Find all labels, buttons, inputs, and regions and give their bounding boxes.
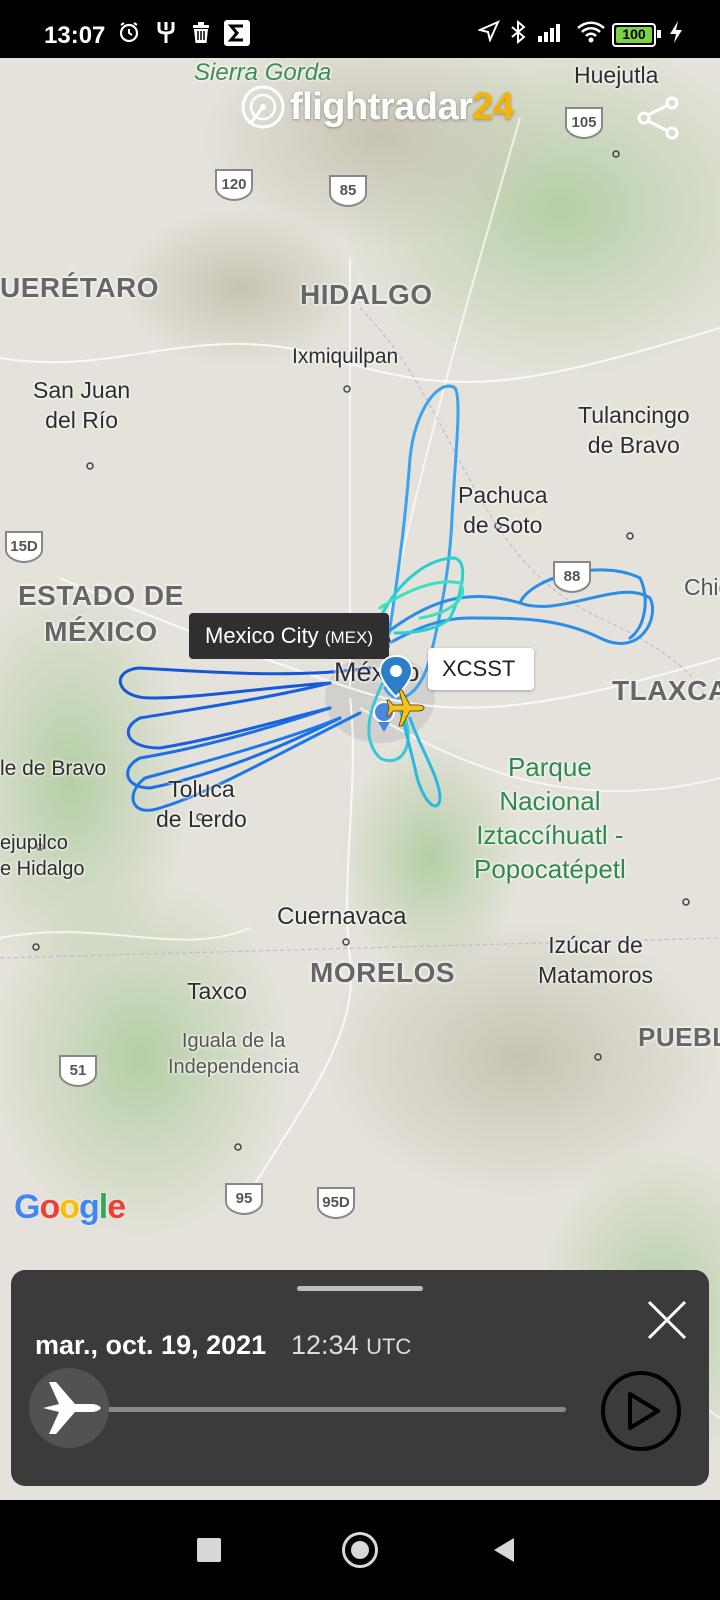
playback-timezone: UTC [366, 1334, 412, 1359]
battery-level: 100 [622, 26, 646, 42]
status-time: 13:07 [44, 22, 106, 49]
playback-panel: mar., oct. 19, 2021 12:34 UTC [11, 1270, 709, 1486]
label-chig: Chig [684, 574, 720, 600]
airport-name: Mexico City [205, 623, 319, 648]
playback-date: mar., oct. 19, 2021 [35, 1330, 267, 1360]
label-iguala: Iguala de la Independencia [168, 1030, 300, 1078]
close-icon[interactable] [645, 1298, 689, 1342]
charging-icon [670, 21, 682, 43]
highway-shield: 120 [214, 168, 254, 202]
label-puebla: PUEBL [638, 1022, 720, 1052]
aircraft-icon[interactable] [383, 686, 427, 730]
label-taxco: Taxco [187, 978, 248, 1004]
highway-shield: 15D [4, 530, 44, 564]
location-icon [478, 20, 500, 42]
highway-shield: 88 [552, 560, 592, 594]
label-tlaxcala: TLAXCA [612, 675, 720, 706]
label-hidalgo: HIDALGO [300, 279, 433, 310]
battery-tip [657, 30, 661, 38]
slider-thumb[interactable] [29, 1368, 109, 1448]
label-queretaro: UERÉTARO [0, 272, 160, 303]
label-ixmiquilpan: Ixmiquilpan [292, 345, 399, 368]
wifi-icon [577, 21, 605, 43]
battery-icon: 100 [612, 23, 656, 47]
highway-shield: 105 [564, 106, 604, 140]
highway-shield: 95D [316, 1186, 356, 1220]
sigma-icon [224, 20, 250, 46]
playback-slider[interactable] [71, 1407, 566, 1412]
label-valle-de-bravo: le de Bravo [0, 757, 107, 780]
highway-shield: 51 [58, 1054, 98, 1088]
highway-shield: 95 [224, 1182, 264, 1216]
airport-code: (MEX) [324, 628, 373, 647]
label-huejutla: Huejutla [574, 62, 659, 88]
drag-handle[interactable] [297, 1286, 423, 1291]
recents-button[interactable] [197, 1538, 221, 1562]
playback-time: 12:34 [291, 1330, 359, 1360]
brand-number: 24 [472, 85, 514, 128]
brand-name: flightradar [290, 85, 473, 128]
label-estado-de-mexico: ESTADO DE MÉXICO [18, 580, 184, 647]
airport-tooltip[interactable]: Mexico City (MEX) [189, 613, 389, 659]
label-parque-nacional: Parque Nacional Iztaccíhuatl - Popocatép… [474, 752, 626, 884]
label-morelos: MORELOS [310, 957, 456, 988]
play-button[interactable] [600, 1370, 682, 1452]
home-button[interactable] [342, 1532, 378, 1568]
label-izucar: Izúcar de Matamoros [538, 932, 654, 988]
status-bar: 13:07 100 [0, 0, 720, 58]
signal-icon [538, 24, 560, 42]
app-logo: flightradar24 [240, 82, 514, 132]
highway-shield: 85 [328, 174, 368, 208]
label-pachuca: Pachuca de Soto [458, 482, 548, 538]
bluetooth-icon [511, 20, 526, 44]
back-button[interactable] [492, 1536, 516, 1564]
label-cuernavaca: Cuernavaca [277, 903, 407, 930]
alarm-icon [119, 22, 139, 43]
label-toluca: Toluca de Lerdo [156, 776, 247, 832]
airplane-icon [43, 1382, 101, 1434]
radar-logo-icon [241, 85, 285, 129]
trash-icon [193, 22, 209, 43]
label-san-juan-del-rio: San Juan del Río [33, 377, 131, 433]
label-tejupilco: ejupilco e Hidalgo [0, 832, 85, 880]
callsign-label[interactable]: XCSST [428, 648, 534, 690]
system-nav-bar [0, 1500, 720, 1600]
fork-icon [157, 22, 175, 43]
google-logo: Google [14, 1188, 126, 1226]
share-icon[interactable] [634, 96, 682, 140]
label-tulancingo: Tulancingo de Bravo [578, 402, 690, 458]
